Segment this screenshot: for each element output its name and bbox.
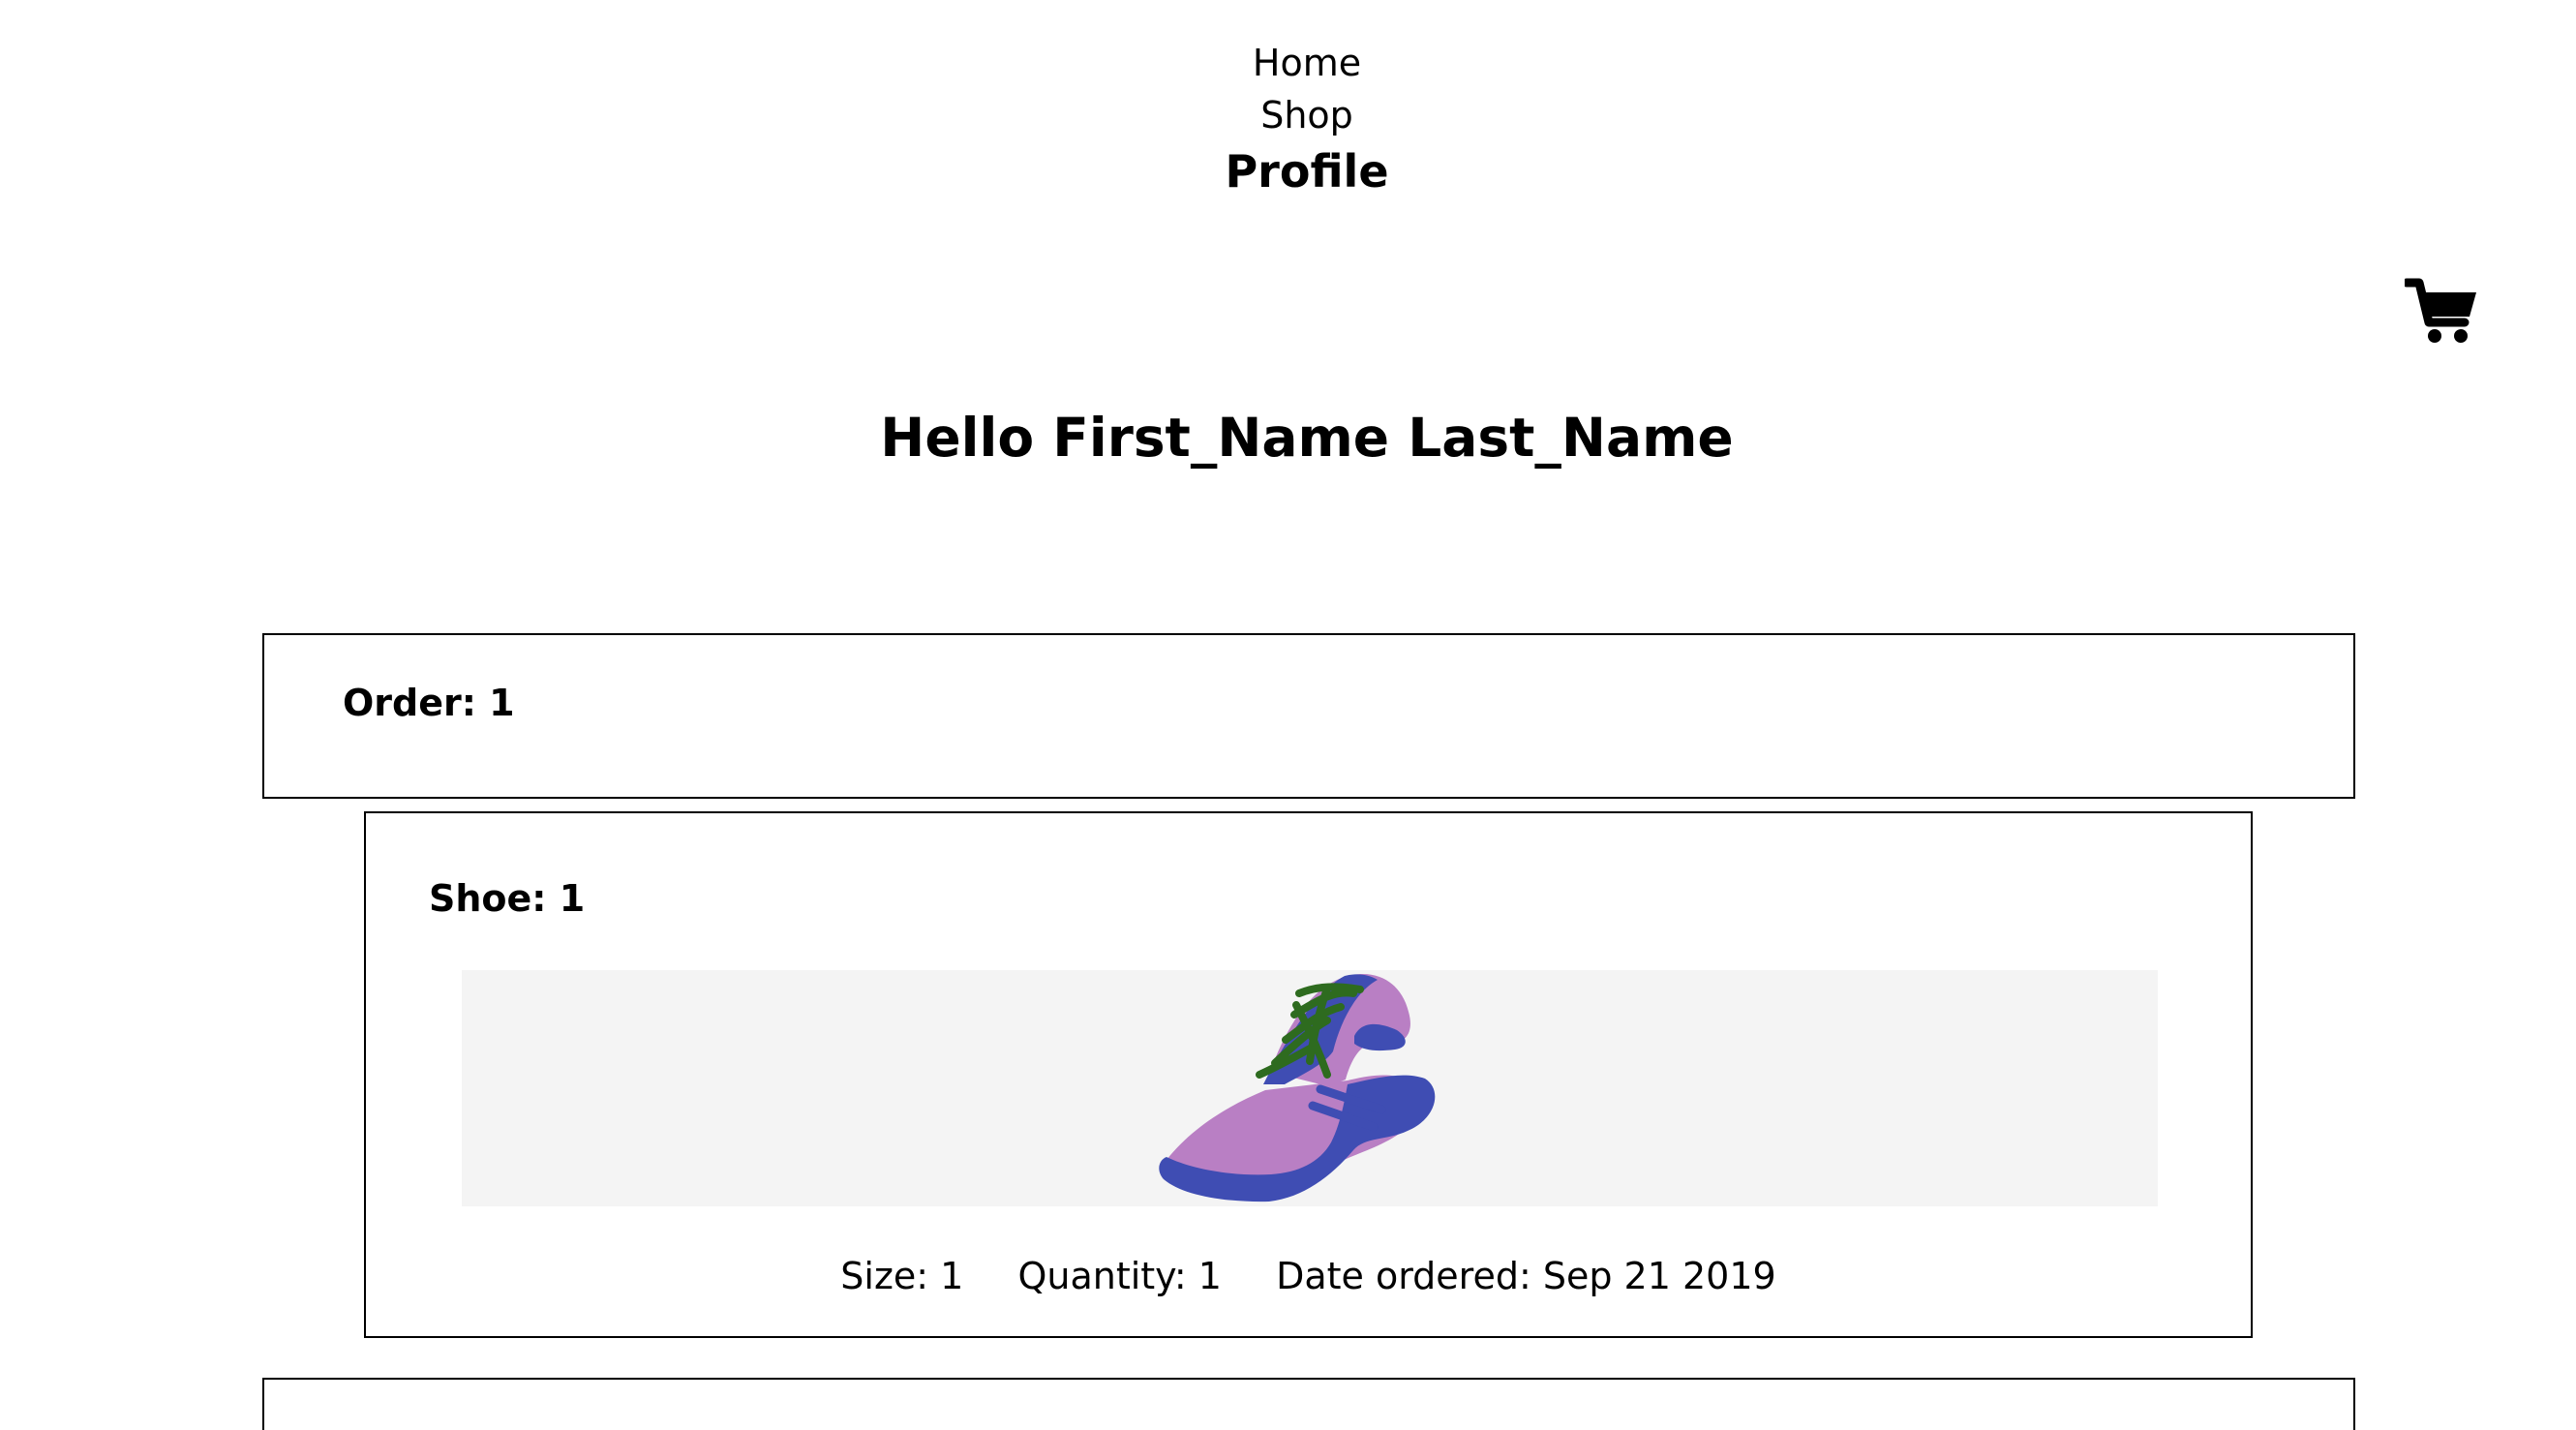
shoe-size: Size: 1 [840,1255,964,1297]
shoe-title: Shoe: 1 [429,877,586,920]
shoe-details: Size: 1 Quantity: 1 Date ordered: Sep 21… [366,1249,2251,1303]
order-card-partial [262,1378,2355,1430]
main-navigation: Home Shop Profile [0,37,2576,201]
nav-profile-link[interactable]: Profile [1225,141,1388,201]
nav-shop-link[interactable]: Shop [1260,89,1353,141]
shopping-cart-icon [2402,278,2476,343]
sneaker-icon [1159,974,1436,1202]
shoe-image [462,970,2158,1206]
profile-page: Home Shop Profile Hello First_Name Last_… [0,0,2576,1430]
order-card: Order: 1 [262,633,2355,799]
nav-home-link[interactable]: Home [1253,37,1361,89]
shoe-quantity: Quantity: 1 [1017,1255,1222,1297]
greeting-heading: Hello First_Name Last_Name [880,407,1734,469]
shoe-card: Shoe: 1 Size: 1 Quantity: 1 Date ordered… [364,811,2253,1338]
cart-button[interactable] [2402,277,2478,345]
shoe-date-ordered: Date ordered: Sep 21 2019 [1276,1255,1776,1297]
order-title: Order: 1 [343,682,515,724]
